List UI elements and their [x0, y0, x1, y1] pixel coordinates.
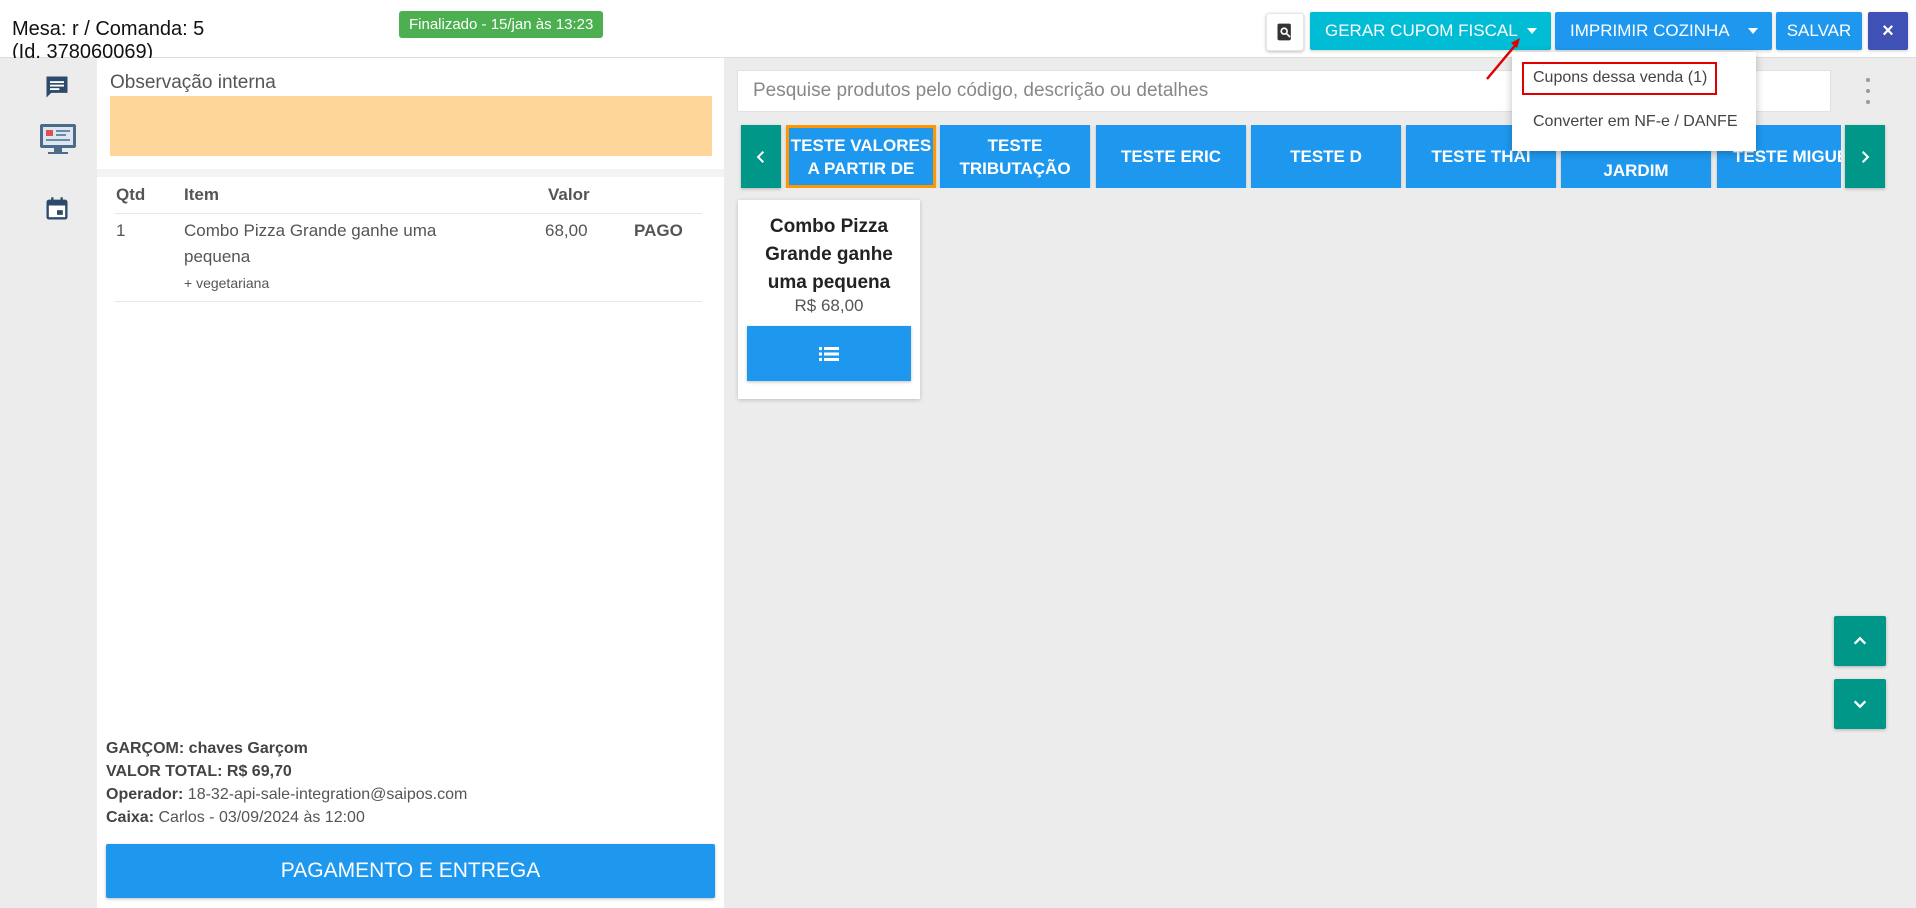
caixa-label: Caixa:	[106, 809, 155, 826]
more-options-button[interactable]	[1862, 78, 1874, 104]
category-label: TESTE D	[1290, 147, 1362, 166]
title-line-1: Mesa: r / Comanda: 5	[12, 18, 205, 40]
sidebar	[0, 58, 97, 908]
operador-value: 18-32-api-sale-integration@saipos.com	[187, 786, 468, 803]
sidebar-item-chat[interactable]	[40, 70, 74, 104]
col-valor: Valor	[548, 185, 590, 204]
dot	[1866, 89, 1870, 93]
imprimir-cozinha-label: IMPRIMIR COZINHA	[1570, 21, 1730, 40]
chevron-left-icon	[756, 150, 765, 163]
calendar-icon	[46, 197, 68, 220]
info-caixa: Caixa: Carlos - 03/09/2024 às 12:00	[106, 809, 365, 827]
search-zoom-icon	[1277, 23, 1291, 41]
monitor-icon	[40, 124, 76, 154]
caixa-value: Carlos - 03/09/2024 às 12:00	[158, 809, 365, 826]
col-item: Item	[184, 185, 219, 204]
category-label: A PARTIR DE	[807, 158, 915, 178]
salvar-button[interactable]: SALVAR	[1776, 12, 1862, 50]
category-teste-valores[interactable]: TESTE VALORES A PARTIR DE	[786, 125, 936, 188]
obs-input[interactable]	[110, 96, 712, 156]
search-zoom-button[interactable]	[1266, 13, 1304, 51]
category-label: TESTE ERIC	[1120, 147, 1222, 166]
list-icon	[819, 346, 839, 361]
order-panel: Observação interna Qtd Item Valor 1 Comb…	[97, 58, 724, 908]
scroll-up-button[interactable]	[1834, 616, 1886, 666]
obs-label: Observação interna	[110, 72, 276, 93]
chevron-right-icon	[1861, 150, 1870, 163]
category-teste-d[interactable]: TESTE D	[1251, 125, 1401, 188]
category-next-button[interactable]	[1845, 125, 1885, 188]
info-total: VALOR TOTAL: R$ 69,70	[106, 763, 292, 781]
cozinha-dropdown-toggle[interactable]	[1734, 12, 1772, 50]
caret-down-icon	[1748, 28, 1758, 34]
category-teste-tributacao[interactable]: TESTE TRIBUTAÇÃO	[940, 125, 1090, 188]
category-label: TESTE VALORES	[790, 135, 932, 155]
category-prev-button[interactable]	[741, 125, 781, 188]
annotation-arrow-icon	[1486, 38, 1520, 80]
status-badge: Finalizado - 15/jan às 13:23	[399, 11, 604, 38]
top-bar: Mesa: r / Comanda: 5 (Id. 378060069) Fin…	[0, 0, 1916, 63]
garcom-value: chaves Garçom	[188, 740, 308, 757]
imprimir-cozinha-button[interactable]: IMPRIMIR COZINHA	[1555, 12, 1772, 50]
col-qtd: Qtd	[116, 185, 146, 204]
row-addon: + vegetariana	[184, 275, 270, 291]
sidebar-item-monitor[interactable]	[37, 122, 79, 156]
row-divider	[115, 301, 702, 302]
dot	[1866, 78, 1870, 82]
scroll-down-button[interactable]	[1834, 679, 1886, 729]
operador-label: Operador:	[106, 786, 184, 803]
dot	[1866, 100, 1870, 104]
close-button[interactable]: ×	[1868, 12, 1908, 50]
category-label: JARDIM	[1603, 161, 1669, 180]
product-details-button[interactable]	[747, 326, 911, 381]
chevron-up-icon	[1853, 636, 1867, 645]
category-label: TRIBUTAÇÃO	[959, 158, 1071, 178]
category-teste-eric[interactable]: TESTE ERIC	[1096, 125, 1246, 188]
row-value: 68,00	[545, 221, 588, 240]
info-operador: Operador: 18-32-api-sale-integration@sai…	[106, 786, 467, 804]
total-value: R$ 69,70	[226, 763, 292, 780]
product-price: R$ 68,00	[794, 296, 864, 315]
product-card[interactable]: Combo Pizza Grande ganhe uma pequena R$ …	[738, 200, 920, 399]
product-name: Combo Pizza Grande ganhe uma pequena	[765, 216, 893, 293]
garcom-label: GARÇOM:	[106, 740, 185, 757]
row-item: Combo Pizza Grande ganhe uma pequena	[184, 221, 437, 266]
caret-down-icon	[1527, 28, 1537, 34]
cupom-dropdown-menu: Cupons dessa venda (1) Converter em NF-e…	[1512, 52, 1756, 151]
chevron-down-icon	[1853, 700, 1867, 709]
menu-item-converter-nfe[interactable]: Converter em NF-e / DANFE	[1533, 113, 1737, 131]
row-qty: 1	[116, 221, 126, 240]
info-garcom: GARÇOM: chaves Garçom	[106, 740, 308, 758]
row-divider	[115, 213, 702, 214]
pagamento-entrega-button[interactable]: PAGAMENTO E ENTREGA	[106, 844, 715, 898]
total-label: VALOR TOTAL:	[106, 763, 223, 780]
row-status: PAGO	[634, 221, 683, 240]
chat-icon	[46, 76, 68, 98]
divider	[97, 169, 724, 177]
category-label: TESTE	[987, 135, 1043, 155]
sidebar-item-calendar[interactable]	[40, 192, 74, 226]
menu-item-cupons-venda[interactable]: Cupons dessa venda (1)	[1533, 69, 1707, 87]
